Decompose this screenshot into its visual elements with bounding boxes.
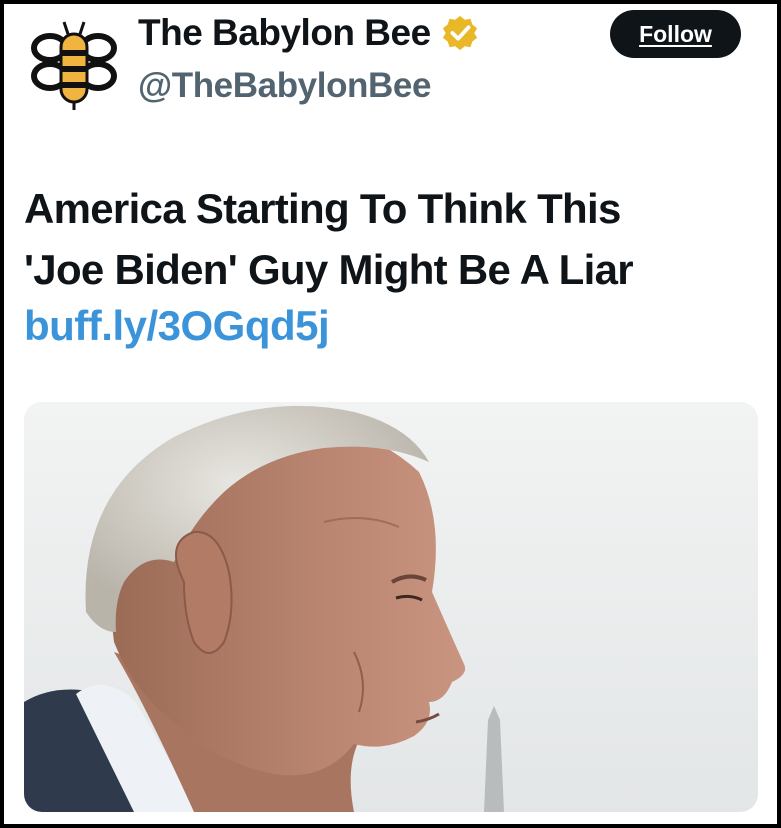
headline-line-1: America Starting To Think This [24, 185, 621, 232]
post-text: America Starting To Think This 'Joe Bide… [24, 178, 764, 300]
photo-elderly-man-profile [24, 402, 758, 812]
follow-button[interactable]: Follow [610, 10, 741, 58]
account-name-row: The Babylon Bee [138, 12, 479, 54]
tweet-card: The Babylon Bee @TheBabylonBee Follow Am… [4, 4, 777, 824]
account-handle[interactable]: @TheBabylonBee [138, 66, 431, 106]
verified-badge-icon [442, 15, 477, 51]
post-media-image[interactable] [24, 402, 758, 812]
display-name[interactable]: The Babylon Bee [138, 12, 431, 54]
post-link[interactable]: buff.ly/3OGqd5j [24, 302, 330, 350]
headline-line-2: 'Joe Biden' Guy Might Be A Liar [24, 246, 634, 293]
bee-logo-icon[interactable] [30, 20, 118, 112]
